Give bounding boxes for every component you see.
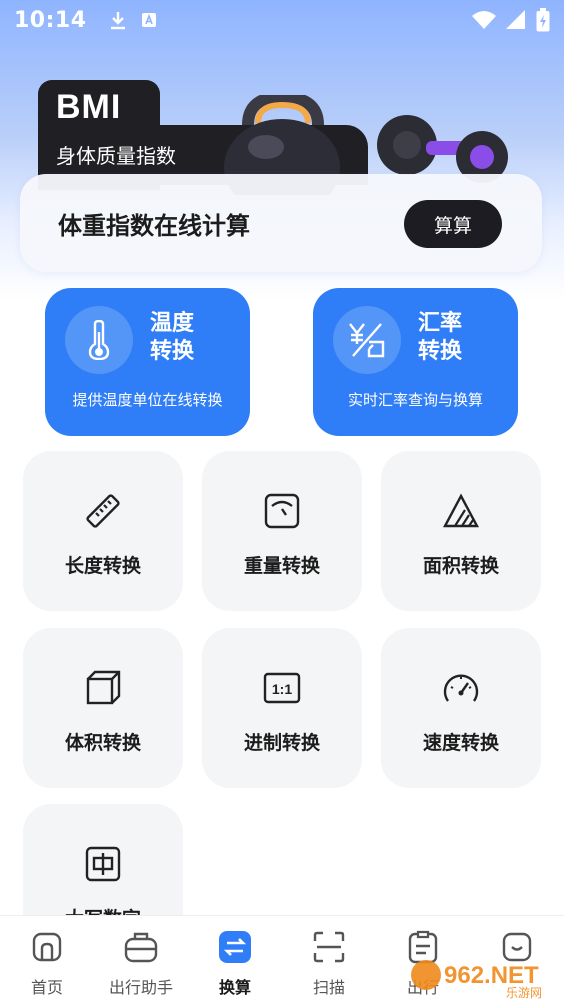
tool-tile-weight[interactable]: 重量转换 [202, 451, 362, 611]
ratio-icon: 1:1 [263, 672, 301, 704]
download-icon [110, 12, 125, 30]
status-bar: 10:14 [0, 0, 564, 40]
tile-label: 面积转换 [422, 555, 499, 577]
calculate-button[interactable]: 算算 [404, 200, 502, 248]
tool-tile-base[interactable]: 1:1 进制转换 [202, 628, 362, 788]
tile-label: 进制转换 [243, 732, 320, 754]
ruler-icon [86, 494, 120, 528]
svg-text:乐游网: 乐游网 [506, 986, 542, 999]
watermark-logo: 962.NET 乐游网 [411, 960, 542, 999]
scale-icon [264, 493, 300, 529]
nav-label: 首页 [30, 978, 63, 997]
area-icon [443, 493, 479, 528]
feature-title: 温度转换 [150, 311, 195, 364]
tool-tile-length[interactable]: 长度转换 [23, 451, 183, 611]
tool-tile-volume[interactable]: 体积转换 [23, 628, 183, 788]
notification-a-icon [141, 13, 156, 27]
nav-convert[interactable]: 换算 [188, 916, 282, 1004]
chinese-numeral-icon [85, 846, 121, 882]
currency-conversion-card[interactable]: 汇率转换 实时汇率查询与换算 [313, 288, 518, 436]
tile-label: 体积转换 [64, 732, 141, 754]
swap-icon [219, 931, 251, 963]
scan-icon [313, 931, 345, 963]
svg-text:1:1: 1:1 [272, 681, 292, 697]
wifi-icon [472, 11, 496, 29]
nav-scan[interactable]: 扫描 [282, 916, 376, 1004]
bmi-badge: BMI [56, 88, 122, 126]
battery-icon [536, 8, 550, 32]
cube-icon [86, 670, 121, 705]
svg-text:962.NET: 962.NET [444, 962, 539, 989]
nav-home[interactable]: 首页 [0, 916, 94, 1004]
nav-travel-assistant[interactable]: 出行助手 [94, 916, 188, 1004]
feature-description: 提供温度单位在线转换 [72, 391, 223, 409]
status-time: 10:14 [14, 7, 87, 33]
bmi-subtitle: 身体质量指数 [56, 144, 176, 168]
nav-label: 换算 [218, 978, 251, 997]
tile-label: 重量转换 [243, 555, 320, 577]
nav-label: 出行助手 [108, 978, 173, 997]
bmi-calculator-panel[interactable]: 体重指数在线计算 算算 [20, 174, 542, 272]
suitcase-icon [124, 932, 158, 963]
tool-tile-speed[interactable]: 速度转换 [381, 628, 541, 788]
bmi-panel-title: 体重指数在线计算 [58, 212, 250, 240]
temperature-conversion-card[interactable]: 温度转换 提供温度单位在线转换 [45, 288, 250, 436]
thermometer-icon [88, 320, 110, 360]
tile-label: 速度转换 [422, 732, 499, 754]
nav-label: 扫描 [312, 978, 345, 997]
signal-icon [506, 10, 525, 29]
feature-description: 实时汇率查询与换算 [347, 391, 483, 409]
tile-label: 长度转换 [64, 555, 141, 577]
currency-exchange-icon [349, 323, 385, 358]
home-icon [32, 932, 62, 962]
speedometer-icon [443, 674, 479, 702]
feature-title: 汇率转换 [418, 311, 463, 364]
tool-tile-area[interactable]: 面积转换 [381, 451, 541, 611]
